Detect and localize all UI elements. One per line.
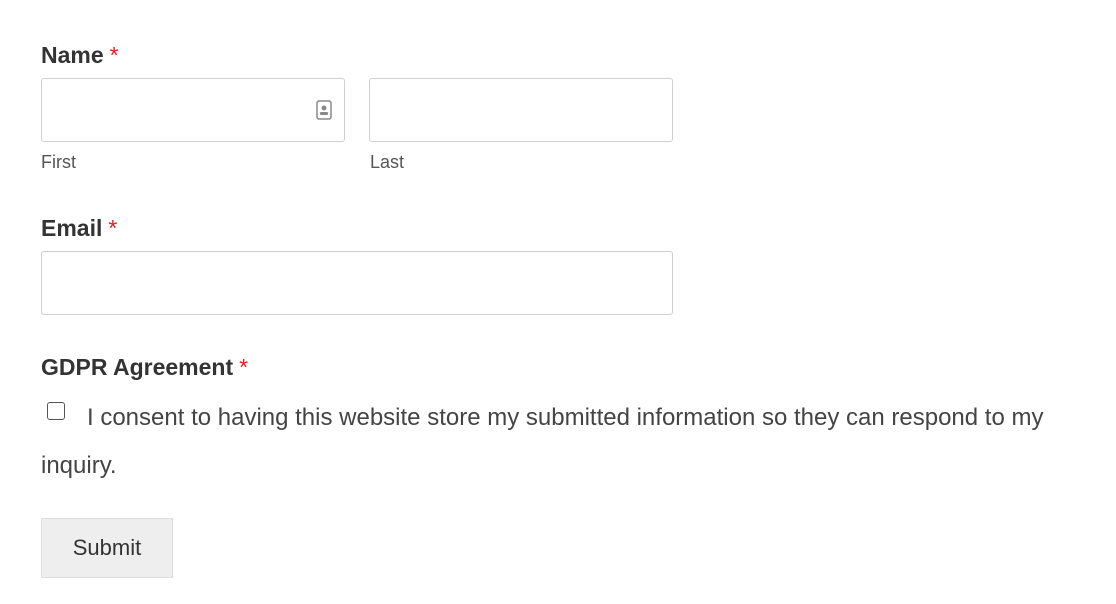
name-label: Name * (41, 42, 119, 69)
required-marker: * (109, 42, 119, 68)
email-label: Email * (41, 215, 117, 242)
gdpr-consent-checkbox[interactable] (47, 402, 65, 420)
contact-card-icon[interactable] (316, 100, 332, 120)
last-name-input[interactable] (369, 78, 673, 142)
email-label-text: Email (41, 215, 103, 241)
required-marker: * (108, 215, 118, 241)
name-label-text: Name (41, 42, 104, 68)
first-name-sublabel: First (41, 152, 76, 172)
email-input[interactable] (41, 251, 673, 315)
gdpr-label-text: GDPR Agreement (41, 354, 234, 380)
contact-form: Name * First Last Email * GDPR Agreement * … (0, 0, 1116, 604)
submit-button[interactable]: Submit (41, 518, 173, 578)
required-marker: * (239, 354, 249, 380)
first-name-input[interactable] (41, 78, 345, 142)
last-name-sublabel: Last (370, 152, 405, 172)
gdpr-consent-text: I consent to having this website store m… (41, 404, 1044, 479)
gdpr-label: GDPR Agreement * (41, 354, 248, 381)
